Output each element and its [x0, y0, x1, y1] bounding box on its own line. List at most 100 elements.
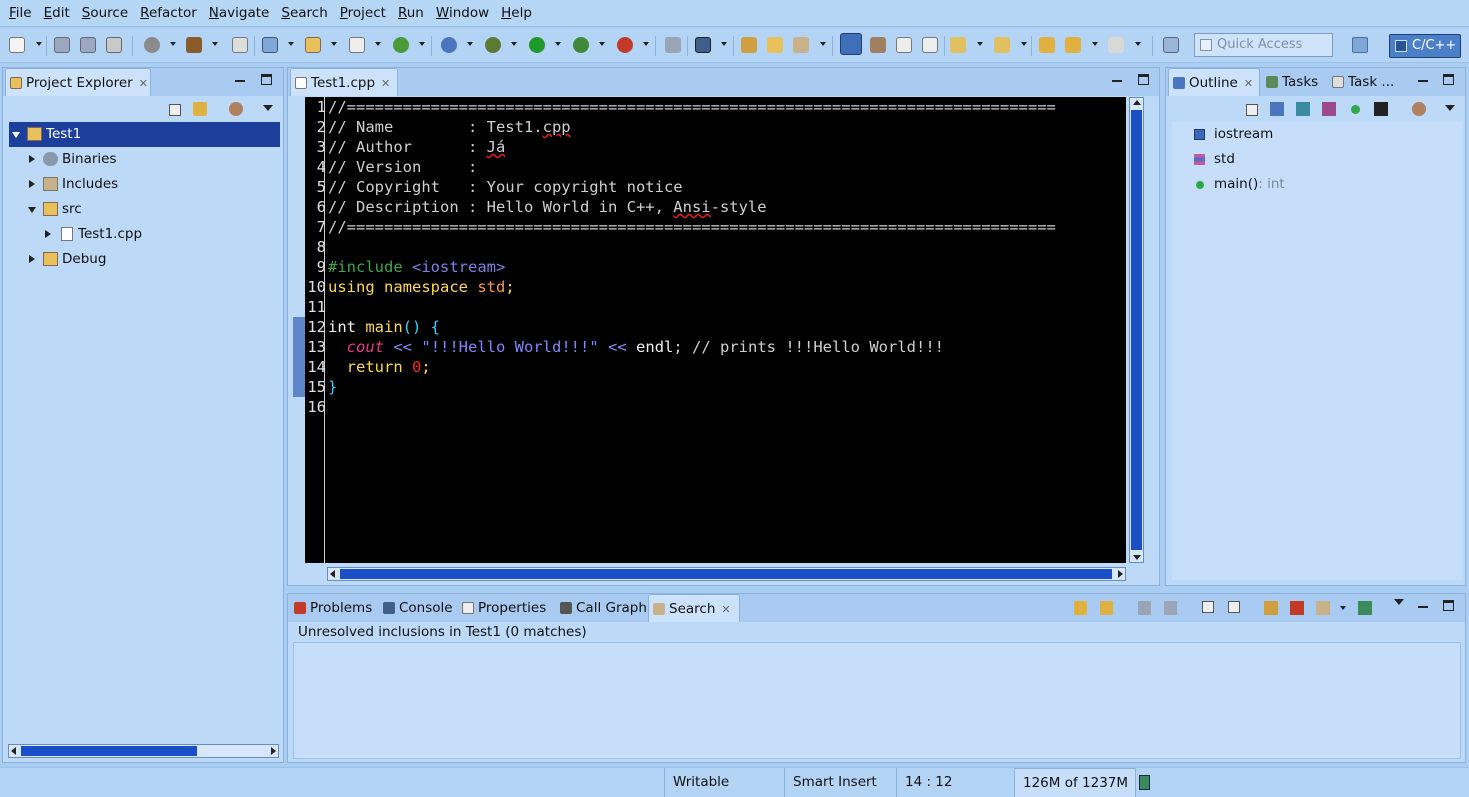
- minimize-icon[interactable]: [1112, 74, 1122, 82]
- print-icon[interactable]: [106, 37, 122, 53]
- menu-file[interactable]: File: [3, 0, 38, 27]
- pin-search-icon[interactable]: [1358, 601, 1372, 615]
- tab-tasks[interactable]: Tasks: [1262, 68, 1328, 96]
- outline-item-iostream[interactable]: iostream: [1194, 122, 1273, 147]
- menu-source[interactable]: Source: [76, 0, 134, 27]
- new-source-file-icon[interactable]: [349, 37, 365, 53]
- collapse-all-icon[interactable]: [1228, 601, 1240, 613]
- collapse-all-icon[interactable]: [169, 104, 181, 116]
- expand-all-icon[interactable]: [1202, 601, 1214, 613]
- scrollbar-thumb[interactable]: [340, 569, 1112, 579]
- back-icon[interactable]: [1065, 37, 1081, 53]
- maximize-icon[interactable]: [1443, 74, 1454, 85]
- collapse-arrow-icon[interactable]: [12, 132, 20, 138]
- search-flashlight-icon[interactable]: [793, 37, 809, 53]
- scroll-right-icon[interactable]: [271, 747, 276, 755]
- external-tools-icon[interactable]: [617, 37, 633, 53]
- tab-task-list[interactable]: Task ...: [1328, 68, 1398, 96]
- new-icon[interactable]: [9, 37, 25, 53]
- view-menu-icon[interactable]: [1394, 599, 1404, 605]
- highlight-occurrences-icon[interactable]: [840, 33, 862, 55]
- view-menu-icon[interactable]: [263, 105, 273, 111]
- link-with-editor-icon[interactable]: [193, 102, 207, 116]
- block-selection-icon[interactable]: [896, 37, 912, 53]
- close-icon[interactable]: ✕: [139, 77, 148, 90]
- scroll-up-icon[interactable]: [1133, 100, 1141, 105]
- remove-all-matches-icon[interactable]: [1164, 601, 1177, 615]
- minimize-icon[interactable]: [235, 74, 245, 82]
- hide-macros-icon[interactable]: [1374, 102, 1388, 116]
- open-folder-icon[interactable]: [767, 37, 783, 53]
- quick-access-input[interactable]: Quick Access: [1194, 33, 1333, 57]
- tree-item-test1-cpp[interactable]: Test1.cpp: [41, 222, 280, 247]
- tab-console[interactable]: Console: [379, 594, 453, 622]
- hide-non-public-icon[interactable]: [1351, 105, 1360, 114]
- search-history-dropdown-icon[interactable]: [1340, 606, 1346, 610]
- debug-bug-icon[interactable]: [485, 37, 501, 53]
- save-icon[interactable]: [54, 37, 70, 53]
- tab-outline[interactable]: Outline ✕: [1168, 68, 1260, 96]
- tree-item-src[interactable]: src: [25, 197, 280, 222]
- run-coverage-icon[interactable]: [573, 37, 589, 53]
- tab-properties[interactable]: Properties: [458, 594, 552, 622]
- view-menu-icon[interactable]: [1445, 105, 1455, 111]
- scroll-left-icon[interactable]: [11, 747, 16, 755]
- build-hammer-icon[interactable]: [186, 37, 202, 53]
- maximize-icon[interactable]: [261, 74, 272, 85]
- save-all-icon[interactable]: [80, 37, 96, 53]
- pin-editor-icon[interactable]: [1163, 37, 1179, 53]
- tab-problems[interactable]: Problems: [290, 594, 374, 622]
- menu-edit[interactable]: Edit: [38, 0, 76, 27]
- hide-static-icon[interactable]: [1322, 102, 1336, 116]
- horizontal-scrollbar[interactable]: [8, 744, 279, 758]
- new-project-icon[interactable]: [262, 37, 278, 53]
- maximize-icon[interactable]: [1443, 600, 1454, 611]
- outline-item-main[interactable]: main(): int: [1194, 172, 1285, 197]
- expand-arrow-icon[interactable]: [29, 180, 35, 188]
- tab-call-graph[interactable]: Call Graph: [556, 594, 647, 622]
- last-edit-icon[interactable]: [1039, 37, 1055, 53]
- scrollbar-thumb[interactable]: [1131, 110, 1142, 550]
- run-icon[interactable]: [529, 37, 545, 53]
- view-menu-filter-icon[interactable]: [229, 102, 243, 116]
- mark-occurrences-icon[interactable]: [870, 37, 886, 53]
- show-whitespace-icon[interactable]: [922, 37, 938, 53]
- menu-refactor[interactable]: Refactor: [134, 0, 203, 27]
- tab-project-explorer[interactable]: Project Explorer ✕: [5, 68, 151, 96]
- new-class-icon[interactable]: [393, 37, 409, 53]
- at-icon[interactable]: [441, 37, 457, 53]
- manage-configurations-icon[interactable]: [144, 37, 160, 53]
- hide-fields-icon[interactable]: [1296, 102, 1310, 116]
- open-console-icon[interactable]: [695, 37, 711, 53]
- close-icon[interactable]: ✕: [1244, 77, 1253, 90]
- garbage-collect-icon[interactable]: [1139, 775, 1150, 790]
- menu-window[interactable]: Window: [430, 0, 495, 27]
- outline-item-std[interactable]: std: [1194, 147, 1235, 172]
- tree-item-binaries[interactable]: Binaries: [25, 147, 280, 172]
- close-icon[interactable]: ✕: [721, 603, 730, 616]
- tree-item-includes[interactable]: Includes: [25, 172, 280, 197]
- menu-run[interactable]: Run: [392, 0, 430, 27]
- expand-arrow-icon[interactable]: [45, 230, 51, 238]
- link-with-editor-icon[interactable]: [1412, 102, 1426, 116]
- scroll-left-icon[interactable]: [330, 570, 335, 578]
- previous-annotation-icon[interactable]: [994, 37, 1010, 53]
- search-history-icon[interactable]: [1316, 601, 1330, 615]
- tab-search[interactable]: Search ✕: [648, 594, 740, 622]
- search-results-tree[interactable]: [293, 642, 1461, 759]
- menu-navigate[interactable]: Navigate: [203, 0, 276, 27]
- open-perspective-icon[interactable]: [1352, 37, 1368, 53]
- vertical-scrollbar[interactable]: [1129, 97, 1144, 563]
- next-match-icon[interactable]: [1074, 601, 1087, 615]
- forward-icon[interactable]: [1108, 37, 1124, 53]
- scroll-right-icon[interactable]: [1118, 570, 1123, 578]
- next-annotation-icon[interactable]: [950, 37, 966, 53]
- scrollbar-thumb[interactable]: [21, 746, 197, 756]
- tree-item-test1[interactable]: Test1: [9, 122, 280, 147]
- expand-arrow-icon[interactable]: [29, 255, 35, 263]
- remove-match-icon[interactable]: [1138, 601, 1151, 615]
- maximize-icon[interactable]: [1138, 74, 1149, 85]
- cancel-search-icon[interactable]: [1290, 601, 1304, 615]
- binary-icon[interactable]: [232, 37, 248, 53]
- close-icon[interactable]: ✕: [381, 77, 390, 90]
